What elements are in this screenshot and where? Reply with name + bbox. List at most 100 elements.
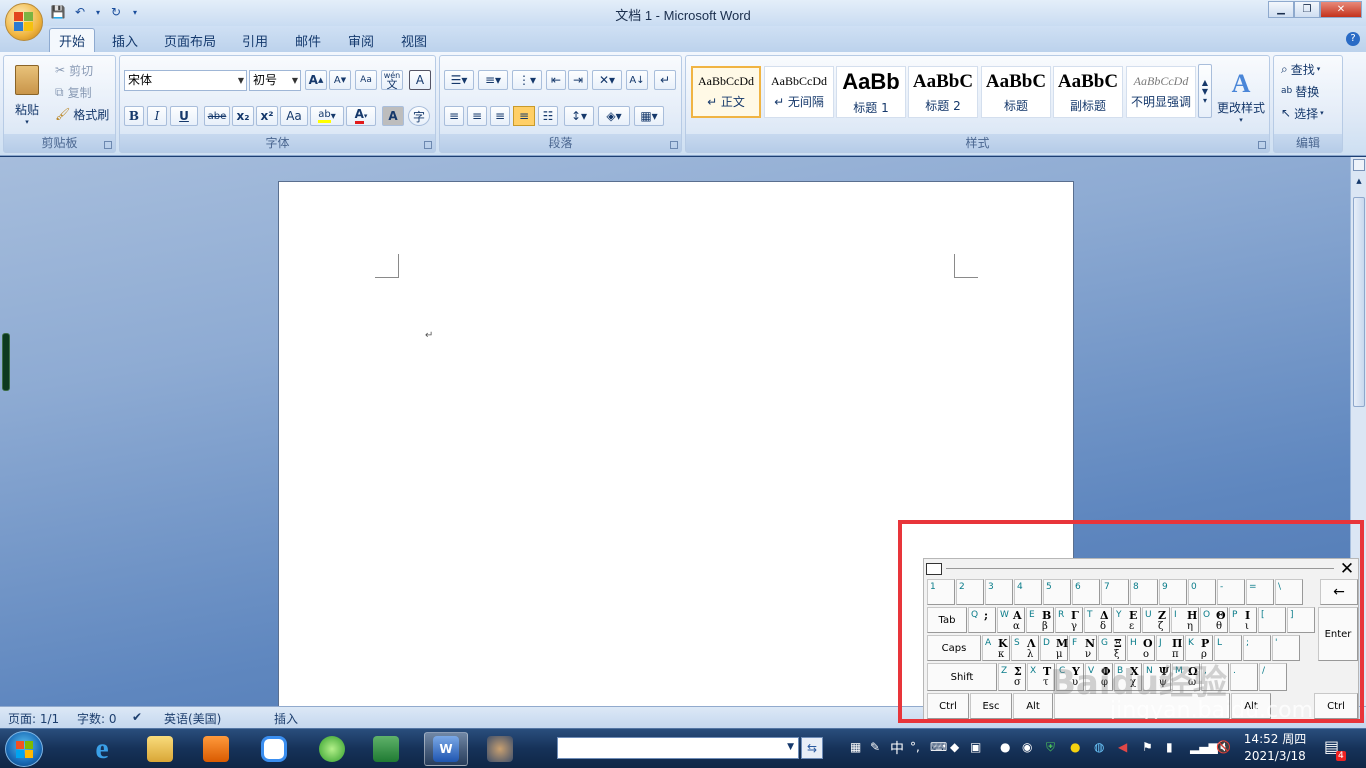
align-left-icon[interactable]: ≡ <box>444 106 464 126</box>
key-S[interactable]: SΛλ <box>1011 635 1039 661</box>
format-painter-button[interactable]: 🖌 格式刷 <box>54 104 114 124</box>
style-title[interactable]: AaBbC 标题 <box>981 66 1051 118</box>
key-.[interactable]: . <box>1230 663 1258 691</box>
keyboard-title-bar[interactable]: ✕ <box>924 559 1358 579</box>
insert-mode[interactable]: 插入 <box>274 710 298 727</box>
key-1[interactable]: 1 <box>927 579 955 605</box>
language-status[interactable]: 英语(美国) <box>164 710 221 727</box>
key-R[interactable]: RΓγ <box>1055 607 1083 633</box>
tab-home[interactable]: 开始 <box>49 28 95 52</box>
key-5[interactable]: 5 <box>1043 579 1071 605</box>
key-6[interactable]: 6 <box>1072 579 1100 605</box>
tab-key[interactable]: Tab <box>927 607 967 633</box>
phonetic-guide-button[interactable]: wén 文 <box>381 70 403 90</box>
styles-scroll[interactable]: ▲ ▼ ▾ <box>1198 64 1212 118</box>
shrink-font-button[interactable]: A ▼ <box>329 70 351 90</box>
ime-punct-icon[interactable]: °, <box>910 740 920 754</box>
baidu-netdisk-icon[interactable] <box>252 732 296 766</box>
line-spacing-icon[interactable]: ↕▾ <box>564 106 594 126</box>
strikethrough-button[interactable]: abe <box>204 106 230 126</box>
browser-360-icon[interactable] <box>310 732 354 766</box>
ruler-toggle-icon[interactable] <box>1353 159 1365 171</box>
subscript-button[interactable]: x₂ <box>232 106 254 126</box>
ie-icon[interactable]: e <box>80 732 124 766</box>
key-W[interactable]: WΑα <box>997 607 1025 633</box>
network-icon[interactable]: ▂▄▆ <box>1190 740 1218 754</box>
backspace-key[interactable]: ← <box>1320 579 1358 605</box>
key-E[interactable]: EΒβ <box>1026 607 1054 633</box>
taskbar-address-input[interactable]: ▼ <box>557 737 799 759</box>
underline-button[interactable]: U <box>170 106 198 126</box>
key-/[interactable]: / <box>1259 663 1287 691</box>
find-button[interactable]: ⌕ 查找 ▾ <box>1280 59 1340 79</box>
tab-insert[interactable]: 插入 <box>104 28 146 52</box>
key-11[interactable]: - <box>1217 579 1245 605</box>
esc-key[interactable]: Esc <box>970 693 1012 719</box>
ime-toolbar-icon[interactable]: ▦ <box>850 740 861 754</box>
office-button[interactable] <box>5 3 43 41</box>
shading-icon[interactable]: ◈▾ <box>598 106 630 126</box>
distributed-icon[interactable]: ☷ <box>538 106 558 126</box>
style-heading-2[interactable]: AaBbC 标题 2 <box>908 66 978 118</box>
close-button[interactable]: ✕ <box>1320 1 1362 18</box>
alt-left-key[interactable]: Alt <box>1013 693 1053 719</box>
key-10[interactable]: 0 <box>1188 579 1216 605</box>
help-icon[interactable]: ? <box>1346 32 1360 46</box>
key-2[interactable]: 2 <box>956 579 984 605</box>
replace-button[interactable]: ab 替换 <box>1280 81 1340 101</box>
key-8[interactable]: 8 <box>1130 579 1158 605</box>
bullets-icon[interactable]: ☰▾ <box>444 70 474 90</box>
key-Y[interactable]: YΕε <box>1113 607 1141 633</box>
justify-icon[interactable]: ≡ <box>513 106 535 126</box>
style-subtitle[interactable]: AaBbC 副标题 <box>1053 66 1123 118</box>
word-count[interactable]: 字数: 0 <box>77 710 117 727</box>
style-heading-1[interactable]: AaBb 标题 1 <box>836 66 906 118</box>
font-color-button[interactable]: A ▾ <box>346 106 376 126</box>
style-no-spacing[interactable]: AaBbCcDd ↵ 无间隔 <box>764 66 834 118</box>
key-O[interactable]: OΘθ <box>1200 607 1228 633</box>
media-player-icon[interactable] <box>194 732 238 766</box>
proofing-icon[interactable]: ✔ <box>132 710 142 724</box>
key-7[interactable]: 7 <box>1101 579 1129 605</box>
key-U[interactable]: UΖζ <box>1142 607 1170 633</box>
security-shield-icon[interactable]: ⛨ <box>1046 740 1055 755</box>
key-;[interactable]: ; <box>1243 635 1271 661</box>
ime-language[interactable]: 中 <box>890 738 904 758</box>
key-T[interactable]: TΔδ <box>1084 607 1112 633</box>
tray-app4-icon[interactable]: ◉ <box>1022 740 1032 754</box>
enclose-char-icon[interactable]: 字 <box>408 106 430 126</box>
key-'[interactable]: ' <box>1272 635 1300 661</box>
select-button[interactable]: ↖ 选择 ▾ <box>1280 103 1340 123</box>
power-icon[interactable]: ▮ <box>1166 740 1173 754</box>
highlight-button[interactable]: ab ▾ <box>310 106 344 126</box>
key-P[interactable]: PΙι <box>1229 607 1257 633</box>
key-13[interactable]: \ <box>1275 579 1303 605</box>
superscript-button[interactable]: x² <box>256 106 278 126</box>
word-icon[interactable]: W <box>424 732 468 766</box>
tray-app3-icon[interactable]: ● <box>1000 740 1010 754</box>
minimize-button[interactable]: ▁ <box>1268 1 1294 18</box>
ime-pen-icon[interactable]: ✎ <box>870 740 880 754</box>
action-center-flag-icon[interactable]: ⚑ <box>1142 740 1153 754</box>
tab-review[interactable]: 审阅 <box>342 28 380 52</box>
copy-button[interactable]: ⧉ 复制 <box>54 82 110 102</box>
network-app-icon[interactable]: ◍ <box>1094 740 1104 754</box>
change-case-button[interactable]: Aa <box>280 106 308 126</box>
sort-icon[interactable]: A↓ <box>626 70 648 90</box>
key-9[interactable]: 9 <box>1159 579 1187 605</box>
bold-button[interactable]: B <box>124 106 144 126</box>
ctrl-right-key[interactable]: Ctrl <box>1314 693 1358 719</box>
key-Q[interactable]: Q; <box>968 607 996 633</box>
tray-app-icon[interactable]: ◆ <box>950 740 959 754</box>
volume-muted-icon[interactable]: 🔇 <box>1216 740 1231 754</box>
caps-key[interactable]: Caps <box>927 635 981 661</box>
soft-keyboard-icon[interactable]: ⌨ <box>930 740 947 754</box>
style-subtle-emphasis[interactable]: AaBbCcDd 不明显强调 <box>1126 66 1196 118</box>
scroll-up-arrow[interactable]: ▲ <box>1353 177 1365 191</box>
grow-font-button[interactable]: A ▲ <box>305 70 327 90</box>
ctrl-left-key[interactable]: Ctrl <box>927 693 969 719</box>
clipboard-launcher[interactable] <box>104 141 112 149</box>
user-avatar-icon[interactable] <box>478 732 522 766</box>
tab-page-layout[interactable]: 页面布局 <box>160 28 220 52</box>
font-size-select[interactable]: 初号 ▼ <box>249 70 301 91</box>
